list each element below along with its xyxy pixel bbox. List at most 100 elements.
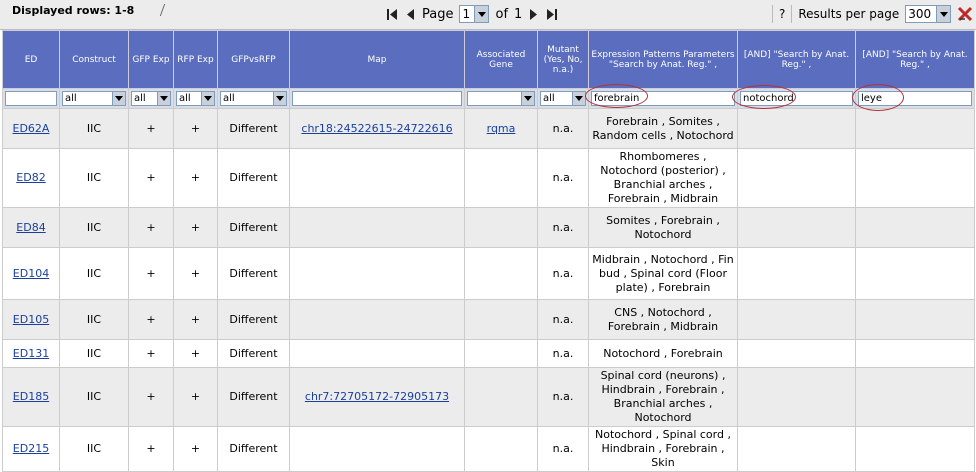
table-cell: ED62A <box>2 108 60 149</box>
table-cell: Different <box>217 108 290 149</box>
table-cell: n.a. <box>537 207 589 248</box>
chevron-down-icon[interactable] <box>157 92 170 105</box>
table-row: ED104 IIC + + Different n.a. Midbrain , Notoch… <box>2 247 975 300</box>
gfpvsrfp-cell: Different <box>229 121 278 135</box>
last-page-icon[interactable] <box>546 7 558 21</box>
column-header-and-search-1[interactable]: [AND] "Search by Anat. Reg." , <box>737 30 856 89</box>
first-page-icon[interactable] <box>386 7 398 21</box>
filter-cell <box>588 88 738 109</box>
gene-link[interactable]: rqma <box>487 122 516 135</box>
chevron-down-icon[interactable] <box>474 6 489 22</box>
expression-filter-input-2[interactable] <box>740 91 853 106</box>
column-header-mutant[interactable]: Mutant (Yes, No, n.a.) <box>537 30 589 89</box>
gfpvsrfp-cell: Different <box>229 266 278 280</box>
ed-filter-input[interactable] <box>5 91 57 106</box>
gfp-filter-select[interactable]: all <box>131 91 171 106</box>
column-header-and-search-2[interactable]: [AND] "Search by Anat. Reg." , <box>855 30 975 89</box>
expression-cell: Somites , Forebrain , Notochord <box>606 213 720 241</box>
filter-cell: all <box>59 88 129 109</box>
map-link[interactable]: chr7:72705172-72905173 <box>305 390 449 403</box>
construct-filter-select[interactable]: all <box>62 91 126 106</box>
column-header-expression-patterns[interactable]: Expression Patterns Parameters "Search b… <box>588 30 738 89</box>
construct-cell: IIC <box>86 312 102 326</box>
table-cell: chr7:72705172-72905173 <box>289 367 465 427</box>
page-select[interactable]: 1 <box>459 5 490 23</box>
next-page-icon[interactable] <box>528 7 540 21</box>
map-link[interactable]: chr18:24522615-24722616 <box>301 122 452 135</box>
table-cell: + <box>128 299 174 340</box>
table-cell: + <box>128 148 174 208</box>
gfpvsrfp-filter-value: all <box>223 93 235 104</box>
table-cell: ED84 <box>2 207 60 248</box>
table-cell: IIC <box>59 339 129 368</box>
table-cell <box>464 299 538 340</box>
of-label: of <box>495 6 509 22</box>
column-header-ed[interactable]: ED <box>2 30 60 89</box>
gfp-filter-value: all <box>134 93 146 104</box>
table-cell <box>464 148 538 208</box>
chevron-down-icon[interactable] <box>521 92 534 105</box>
filter-row: all all all all all <box>2 88 975 109</box>
expression-filter-input-3[interactable] <box>858 91 972 106</box>
chevron-down-icon[interactable] <box>112 92 125 105</box>
table-cell: Different <box>217 247 290 300</box>
table-row: ED62A IIC + + Different chr18:24522615-247226… <box>2 108 975 149</box>
table-cell: IIC <box>59 426 129 472</box>
column-header-gfp-exp[interactable]: GFP Exp <box>128 30 174 89</box>
table-cell: n.a. <box>537 108 589 149</box>
column-header-associated-gene[interactable]: Associated Gene <box>464 30 538 89</box>
expression-cell: CNS , Notochord , Forebrain , Midbrain <box>607 305 719 333</box>
table-cell: Different <box>217 207 290 248</box>
ed-link[interactable]: ED62A <box>13 122 50 135</box>
gfp-cell: + <box>146 121 156 135</box>
help-link[interactable]: ? <box>779 7 785 21</box>
rfp-cell: + <box>190 390 201 403</box>
clear-filters-icon[interactable] <box>957 6 973 22</box>
table-cell: n.a. <box>537 299 589 340</box>
ed-link[interactable]: ED82 <box>16 171 45 184</box>
column-header-rfp-exp[interactable]: RFP Exp <box>173 30 218 89</box>
table-cell: IIC <box>59 299 129 340</box>
toolbar-divider <box>159 4 166 16</box>
table-cell: Rhombomeres , Notochord (posterior) , Br… <box>588 148 738 208</box>
ed-link[interactable]: ED131 <box>13 347 49 360</box>
gene-filter-select[interactable] <box>467 91 535 106</box>
previous-page-icon[interactable] <box>404 7 416 21</box>
table-cell <box>855 339 975 368</box>
gfp-cell: + <box>146 171 156 184</box>
rfp-cell: + <box>190 266 201 280</box>
chevron-down-icon[interactable] <box>572 92 585 105</box>
filter-cell <box>289 88 465 109</box>
table-cell: Different <box>217 299 290 340</box>
rfp-filter-select[interactable]: all <box>176 91 215 106</box>
ed-link[interactable]: ED215 <box>13 442 49 455</box>
ed-link[interactable]: ED185 <box>13 390 49 403</box>
column-header-map[interactable]: Map <box>289 30 465 89</box>
chevron-down-icon[interactable] <box>936 6 951 22</box>
chevron-down-icon[interactable] <box>201 92 214 105</box>
table-row: ED215 IIC + + Different n.a. Notochord , Spina… <box>2 426 975 472</box>
filter-cell: all <box>173 88 218 109</box>
mutant-cell: n.a. <box>552 220 574 234</box>
ed-link[interactable]: ED105 <box>13 313 49 326</box>
filter-cell <box>855 88 975 109</box>
gfpvsrfp-filter-select[interactable]: all <box>220 91 287 106</box>
table-cell <box>855 108 975 149</box>
table-cell: Different <box>217 339 290 368</box>
table-cell: IIC <box>59 148 129 208</box>
table-cell: n.a. <box>537 148 589 208</box>
mutant-filter-select[interactable]: all <box>540 91 586 106</box>
column-header-gfpvsrfp[interactable]: GFPvsRFP <box>217 30 290 89</box>
rfp-filter-value: all <box>179 93 191 104</box>
column-header-construct[interactable]: Construct <box>59 30 129 89</box>
results-per-page-select[interactable]: 300 <box>905 5 952 23</box>
chevron-down-icon[interactable] <box>273 92 286 105</box>
ed-link[interactable]: ED84 <box>16 221 45 234</box>
ed-link[interactable]: ED104 <box>13 267 49 280</box>
mutant-cell: n.a. <box>552 442 574 455</box>
table-cell: IIC <box>59 367 129 427</box>
map-filter-input[interactable] <box>292 91 462 106</box>
gfpvsrfp-cell: Different <box>229 442 278 455</box>
expression-filter-input-1[interactable] <box>591 91 735 106</box>
table-cell: + <box>128 367 174 427</box>
